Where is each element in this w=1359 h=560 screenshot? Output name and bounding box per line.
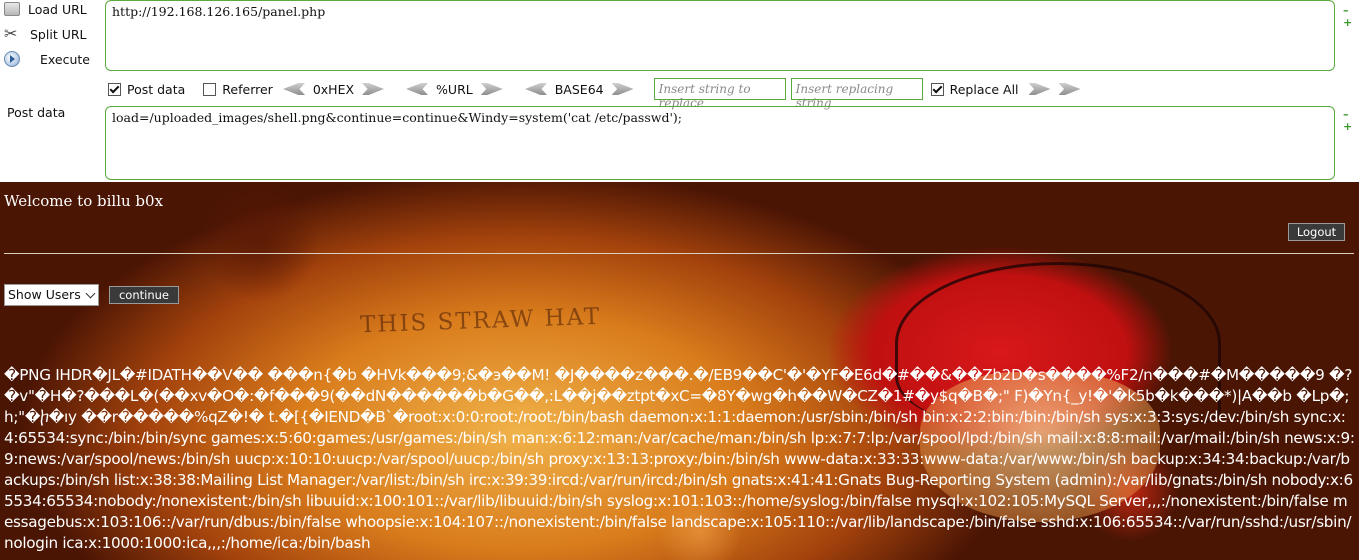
load-url-label: Load URL	[28, 1, 87, 17]
split-url-button[interactable]: ✂ Split URL	[4, 23, 87, 45]
replace-apply-all-arrow-icon[interactable]	[1058, 83, 1081, 95]
continue-button[interactable]: continue	[109, 286, 179, 304]
chevron-down-icon	[85, 288, 96, 299]
hackbar-toolbar: Load URL ✂ Split URL Execute http://192.…	[0, 0, 1359, 182]
referrer-checkbox-label: Referrer	[222, 81, 273, 97]
base64-decode-arrow-icon[interactable]	[525, 83, 547, 95]
command-output: �PNG IHDR�JL�#IDATH��V�� ���n{�b �HVk���…	[4, 366, 1355, 552]
post-data-checkbox[interactable]	[108, 82, 121, 96]
base64-encoder-label: BASE64	[554, 81, 604, 97]
execute-label: Execute	[40, 51, 90, 67]
post-resize-controls: – +	[1343, 109, 1352, 132]
users-select-value: Show Users	[8, 287, 81, 302]
post-grow-button[interactable]: +	[1343, 121, 1352, 132]
url-shrink-button[interactable]: –	[1343, 5, 1352, 16]
scissors-icon: ✂	[4, 24, 18, 43]
referrer-checkbox[interactable]	[203, 82, 217, 96]
divider	[4, 253, 1354, 254]
url-decode-arrow-icon[interactable]	[406, 83, 428, 95]
post-shrink-button[interactable]: –	[1343, 109, 1352, 120]
hex-decode-arrow-icon[interactable]	[283, 83, 305, 95]
logout-button[interactable]: Logout	[1288, 223, 1345, 241]
welcome-heading: Welcome to billu b0x	[4, 192, 164, 210]
load-url-button[interactable]: Load URL	[4, 0, 87, 20]
replace-all-checkbox[interactable]	[930, 82, 944, 96]
execute-button[interactable]: Execute	[4, 48, 90, 70]
load-url-icon	[4, 2, 20, 16]
hackbar-options-row: Post data Referrer 0xHEX %URL BASE64 Ins…	[108, 78, 1081, 110]
base64-encode-arrow-icon[interactable]	[611, 83, 634, 95]
web-page-content: THIS STRAW HAT Welcome to billu b0x Logo…	[0, 182, 1359, 560]
hex-encoder-label: 0xHEX	[312, 81, 355, 97]
url-grow-button[interactable]: +	[1343, 17, 1352, 28]
split-url-label: Split URL	[30, 26, 87, 42]
post-data-checkbox-label: Post data	[127, 81, 186, 97]
play-icon	[4, 51, 20, 67]
background-poster-text: THIS STRAW HAT	[359, 303, 602, 339]
replace-all-label: Replace All	[949, 81, 1019, 97]
hex-encode-arrow-icon[interactable]	[362, 83, 385, 95]
replace-find-input[interactable]: Insert string to replace	[653, 78, 786, 110]
replace-with-input[interactable]: Insert replacing string	[790, 78, 923, 110]
post-data-field-label: Post data	[7, 105, 66, 120]
post-data-textarea[interactable]: load=/uploaded_images/shell.png&continue…	[105, 106, 1335, 180]
url-encode-arrow-icon[interactable]	[480, 83, 503, 95]
url-resize-controls: – +	[1343, 5, 1352, 28]
url-encoder-label: %URL	[436, 81, 473, 97]
url-textarea[interactable]: http://192.168.126.165/panel.php	[105, 0, 1335, 71]
replace-apply-arrow-icon[interactable]	[1028, 83, 1051, 95]
users-select[interactable]: Show Users	[4, 284, 99, 306]
